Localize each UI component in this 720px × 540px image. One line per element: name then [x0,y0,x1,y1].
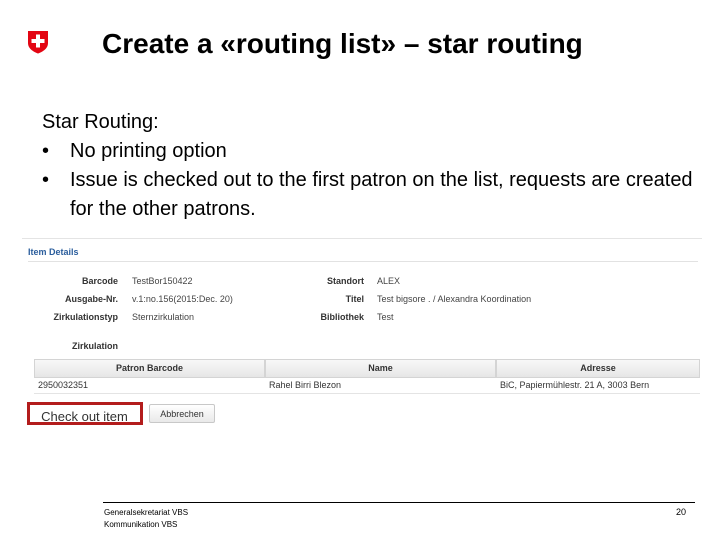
intro-text: Star Routing: • No printing option • Iss… [42,108,702,224]
titel-label: Titel [345,294,364,304]
column-header-patron-barcode[interactable]: Patron Barcode [34,359,265,378]
footer-org-line-1: Generalsekretariat VBS [104,508,189,517]
check-out-item-button[interactable]: Check out item [27,402,143,425]
standort-label: Standort [327,276,364,286]
bibliothek-label: Bibliothek [320,312,364,322]
table-cell-patron-barcode: 2950032351 [34,377,265,394]
bullet-item: • No printing option [42,137,702,166]
bullet-text: No printing option [70,140,227,162]
slide-title: Create a «routing list» – star routing [102,28,583,59]
panel-top-border [22,238,702,239]
column-header-adresse[interactable]: Adresse [496,359,700,378]
swiss-cross-icon [28,31,48,54]
footer-org-line-2: Kommunikation VBS [104,520,178,529]
footer-divider [103,502,695,503]
intro-heading: Star Routing: [42,111,159,133]
bullet-list: • No printing option • Issue is checked … [42,137,702,224]
column-header-name[interactable]: Name [265,359,496,378]
zirkulationstyp-value: Sternzirkulation [132,312,195,322]
zirkulation-title: Zirkulation [72,341,119,351]
bullet-glyph: • [42,140,50,162]
cancel-button[interactable]: Abbrechen [149,404,215,423]
ausgabe-label: Ausgabe-Nr. [64,294,118,304]
footer-organization: Generalsekretariat VBS Kommunikation VBS [104,507,188,531]
ausgabe-value: v.1:no.156(2015:Dec. 20) [132,294,233,304]
barcode-label: Barcode [81,276,118,286]
page-number: 20 [675,507,686,517]
table-cell-adresse: BiC, Papiermühlestr. 21 A, 3003 Bern [496,377,700,394]
zirkulationstyp-label: Zirkulationstyp [53,312,118,322]
bullet-item: • Issue is checked out to the first patr… [42,166,702,224]
standort-value: ALEX [377,276,401,286]
barcode-value: TestBor150422 [132,276,193,286]
section-title: Item Details [28,247,79,257]
table-cell-name: Rahel Birri Blezon [265,377,496,394]
bullet-glyph: • [42,169,50,191]
item-details-panel: Item Details Barcode TestBor150422 Ausga… [22,238,702,434]
divider [28,261,698,262]
titel-value: Test bigsore . / Alexandra Koordination [377,294,532,304]
bullet-text: Issue is checked out to the first patron… [70,169,693,220]
bibliothek-value: Test [377,312,394,322]
